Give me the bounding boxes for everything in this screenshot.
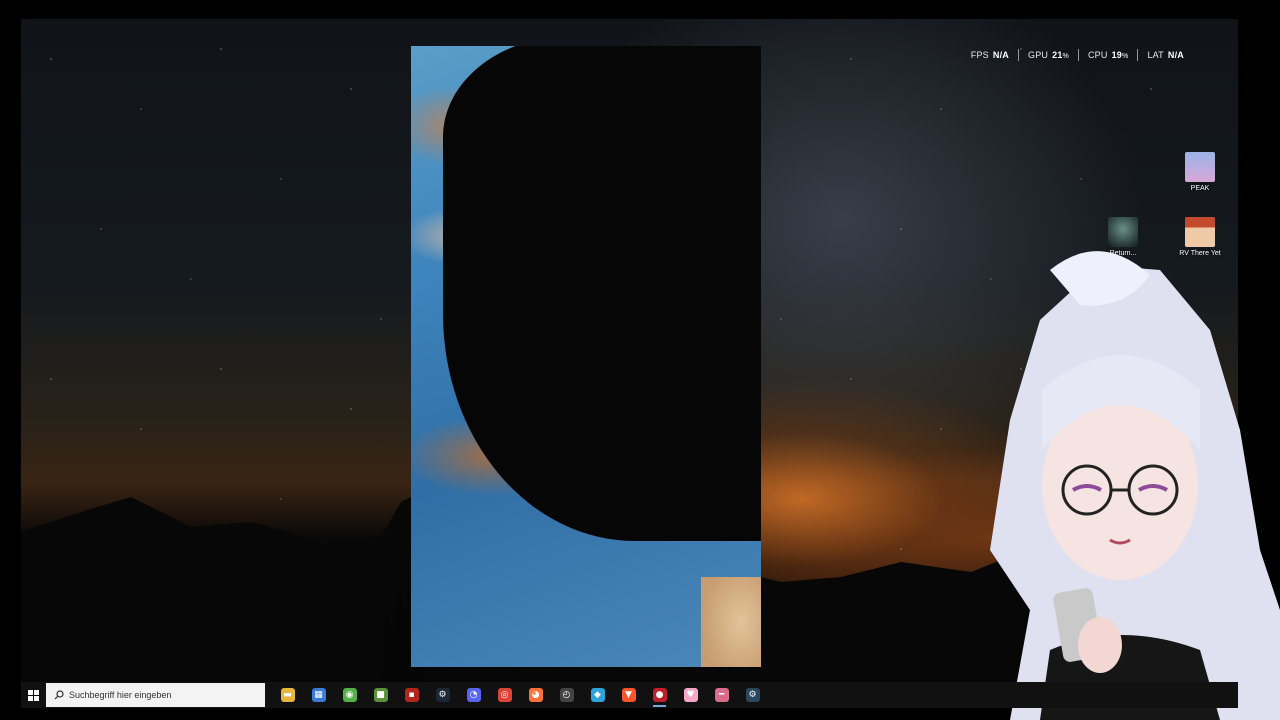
desktop-shortcut-label: PEAK (1190, 185, 1210, 192)
hand-fragment (701, 577, 761, 667)
steam-icon: ⚙ (435, 688, 450, 702)
rv-there-yet-game-icon (1185, 217, 1215, 247)
cpu-label: CPU (1087, 50, 1108, 60)
taskbar-app-button[interactable]: ▦ (303, 682, 334, 708)
record-icon: ● (652, 688, 667, 702)
file-explorer-icon: ▬ (280, 688, 295, 702)
steam-alt-icon: ⚙ (745, 688, 760, 702)
windows-taskbar: Suchbegriff hier eingeben ▬ ▦ ◉ ■ ▪ ⚙ ◔ ◎ ◕ ◴ ◆ ▼ ● ♥… (21, 682, 1238, 708)
taskbar-app-button[interactable]: ◆ (582, 682, 613, 708)
lat-label: LAT (1147, 50, 1164, 60)
gpu-label: GPU (1028, 50, 1049, 60)
search-icon (54, 690, 64, 700)
firefox-icon: ◕ (528, 688, 543, 702)
latency-stat: LAT N/A (1137, 49, 1193, 61)
taskbar-app-button[interactable]: ▼ (613, 682, 644, 708)
speedometer-icon: ◴ (559, 688, 574, 702)
search-placeholder: Suchbegriff hier eingeben (69, 690, 172, 700)
taskbar-app-button[interactable]: ● (644, 682, 675, 708)
cpu-percent: % (1122, 53, 1129, 60)
desktop-shortcut-peak[interactable]: PEAK (1176, 152, 1224, 192)
start-button[interactable] (23, 682, 43, 708)
gpu-percent: % (1062, 53, 1069, 60)
taskbar-app-button[interactable]: ◕ (520, 682, 551, 708)
taskbar-app-button[interactable]: ▪ (396, 682, 427, 708)
discord-icon: ◔ (466, 688, 481, 702)
fps-stat: FPS N/A (962, 49, 1018, 61)
brave-icon: ▼ (621, 688, 636, 702)
taskbar-app-button[interactable]: ♥ (675, 682, 706, 708)
taskbar-app-button[interactable]: ◎ (489, 682, 520, 708)
return-game-icon (1108, 217, 1138, 247)
taskbar-app-button[interactable]: ━ (706, 682, 737, 708)
taskbar-search-box[interactable]: Suchbegriff hier eingeben (46, 683, 265, 707)
taskbar-app-button[interactable]: ◔ (458, 682, 489, 708)
taskbar-app-button[interactable]: ▬ (272, 682, 303, 708)
streamer-bot-icon: ◆ (590, 688, 605, 702)
android-app-icon: ◉ (342, 688, 357, 702)
fps-value: N/A (992, 50, 1009, 60)
taskbar-app-button[interactable]: ⚙ (737, 682, 768, 708)
store-icon: ▦ (311, 688, 326, 702)
performance-overlay: FPS N/A GPU 21% CPU 19% LAT N/A (962, 49, 1193, 61)
vtuber-avatar (990, 251, 1280, 720)
cpu-stat: CPU 19% (1077, 49, 1137, 61)
taskbar-app-button[interactable]: ◉ (334, 682, 365, 708)
gpu-stat: GPU 21% (1018, 49, 1078, 61)
pink-app-icon: ♥ (683, 688, 698, 702)
slider-app-icon: ━ (714, 688, 729, 702)
phone-video-capture (411, 46, 761, 667)
taskbar-pinned-apps: ▬ ▦ ◉ ■ ▪ ⚙ ◔ ◎ ◕ ◴ ◆ ▼ ● ♥ ━ ⚙ (272, 682, 768, 708)
windows-logo-icon (27, 689, 39, 701)
minecraft-icon: ■ (373, 688, 388, 702)
taskbar-app-button[interactable]: ■ (365, 682, 396, 708)
cpu-value: 19 (1111, 50, 1122, 60)
gpu-value: 21 (1052, 50, 1063, 60)
taskbar-app-button[interactable]: ⚙ (427, 682, 458, 708)
peak-game-icon (1185, 152, 1215, 182)
taskbar-app-button[interactable]: ◴ (551, 682, 582, 708)
lat-value: N/A (1167, 50, 1184, 60)
chrome-icon: ◎ (497, 688, 512, 702)
fps-label: FPS (970, 50, 989, 60)
mixed-reality-icon: ▪ (404, 688, 419, 702)
